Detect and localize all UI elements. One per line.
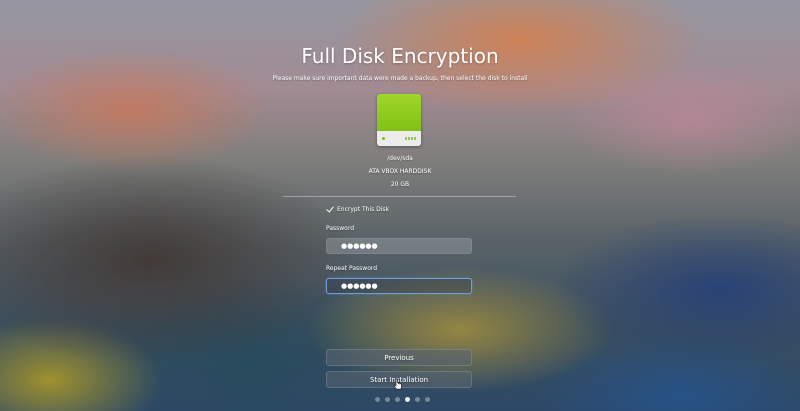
disk-size: 20 GB: [390, 181, 410, 188]
page-title: Full Disk Encryption: [301, 44, 499, 68]
repeat-password-value: ●●●●●●: [341, 282, 378, 290]
repeat-password-label: Repeat Password: [326, 265, 378, 272]
encrypt-disk-checkbox-row[interactable]: Encrypt This Disk: [326, 205, 389, 213]
page-dot: [425, 397, 430, 402]
disk-model: ATA VBOX HARDDISK: [368, 168, 432, 175]
disk-vent-icon: [405, 137, 416, 140]
encrypt-disk-label[interactable]: Encrypt This Disk: [337, 206, 389, 213]
page-dot-active: [405, 397, 410, 402]
disk-path: /dev/sda: [387, 155, 413, 162]
password-value: ●●●●●●: [341, 242, 378, 250]
page-dot: [385, 397, 390, 402]
mouse-cursor-icon: [393, 378, 402, 390]
page-dot: [375, 397, 380, 402]
page-subtitle: Please make sure important data were mad…: [272, 75, 528, 82]
divider: [283, 196, 516, 197]
password-field[interactable]: ●●●●●●: [326, 238, 472, 254]
checkmark-icon[interactable]: [326, 205, 334, 213]
page-dot: [395, 397, 400, 402]
disk-icon-base: [377, 131, 421, 146]
page-indicator: [375, 397, 430, 402]
previous-button[interactable]: Previous: [326, 349, 472, 366]
disk-led-icon: [382, 137, 385, 140]
hard-disk-icon[interactable]: [377, 94, 421, 146]
disk-icon-body: [377, 94, 421, 131]
repeat-password-field[interactable]: ●●●●●●: [326, 278, 472, 294]
page-dot: [415, 397, 420, 402]
password-label: Password: [326, 225, 355, 232]
